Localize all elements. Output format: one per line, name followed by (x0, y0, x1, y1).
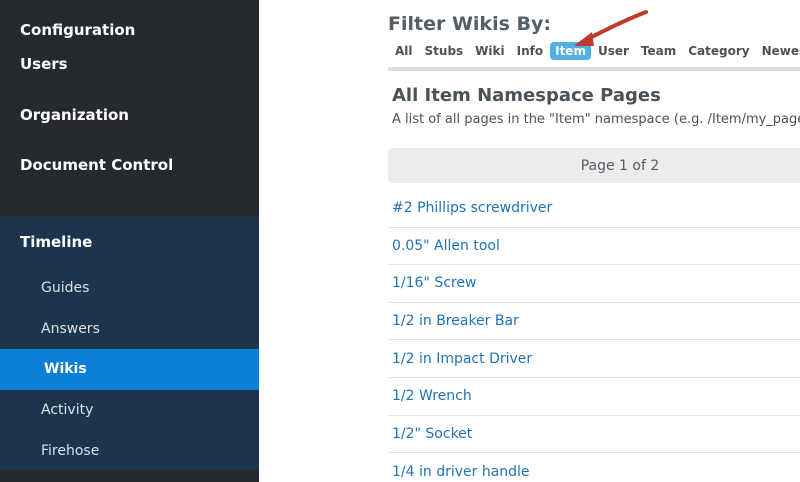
sidebar-subitem-label: Guides (41, 280, 90, 297)
sidebar-subitem-answers[interactable]: Answers (0, 309, 259, 350)
main-content: Filter Wikis By: All Stubs Wiki Info Ite… (259, 0, 800, 482)
sidebar-item-document-control[interactable]: Document Control (0, 140, 259, 191)
sidebar-item-label: Timeline (20, 233, 93, 251)
filter-tab-newest[interactable]: Newest (757, 42, 800, 60)
section-title: All Item Namespace Pages (392, 85, 661, 106)
filter-tab-category[interactable]: Category (683, 42, 754, 60)
sidebar-timeline-group: Timeline Guides Answers Wikis Activity F… (0, 216, 259, 470)
sidebar-item-label: Document Control (20, 156, 174, 175)
section-description: A list of all pages in the "Item" namesp… (392, 112, 800, 127)
sidebar-nav: Configuration Users Organization Documen… (0, 0, 259, 191)
sidebar-subitem-firehose[interactable]: Firehose (0, 430, 259, 471)
sidebar-subitem-label: Firehose (41, 442, 100, 459)
pagination-bar: Page 1 of 2 (388, 148, 800, 183)
sidebar-subitem-activity[interactable]: Activity (0, 390, 259, 431)
sidebar-item-configuration[interactable]: Configuration (0, 0, 259, 39)
filter-tab-item[interactable]: Item (550, 42, 591, 60)
sidebar-item-users[interactable]: Users (0, 39, 259, 90)
page-link[interactable]: 0.05" Allen tool (388, 228, 800, 266)
sidebar-item-label: Configuration (20, 21, 136, 39)
filter-divider (388, 67, 800, 71)
filter-tab-user[interactable]: User (593, 42, 634, 60)
page-link[interactable]: 1/4 in driver handle (388, 453, 800, 482)
filter-title: Filter Wikis By: (388, 13, 551, 35)
filter-tab-info[interactable]: Info (512, 42, 548, 60)
page-link[interactable]: 1/2 in Impact Driver (388, 340, 800, 378)
filter-tab-wiki[interactable]: Wiki (470, 42, 509, 60)
filter-tab-all[interactable]: All (390, 42, 418, 60)
sidebar-subitem-label: Activity (41, 402, 94, 419)
pagination-label: Page 1 of 2 (580, 157, 660, 174)
sidebar-subitem-guides[interactable]: Guides (0, 268, 259, 309)
page-list: #2 Phillips screwdriver 0.05" Allen tool… (388, 190, 800, 482)
filter-tabs: All Stubs Wiki Info Item User Team Categ… (390, 42, 800, 60)
sidebar-subitem-label: Wikis (44, 361, 87, 378)
sidebar-item-timeline[interactable]: Timeline (0, 216, 259, 268)
sidebar-subitem-wikis[interactable]: Wikis (0, 349, 259, 390)
filter-tab-team[interactable]: Team (636, 42, 681, 60)
sidebar: Configuration Users Organization Documen… (0, 0, 259, 482)
page-link[interactable]: #2 Phillips screwdriver (388, 190, 800, 228)
filter-tab-stubs[interactable]: Stubs (420, 42, 469, 60)
sidebar-item-label: Organization (20, 105, 129, 124)
page-link[interactable]: 1/16" Screw (388, 265, 800, 303)
sidebar-item-organization[interactable]: Organization (0, 90, 259, 141)
page-link[interactable]: 1/2 Wrench (388, 378, 800, 416)
sidebar-subitem-label: Answers (41, 320, 100, 337)
sidebar-footer-strip (0, 470, 259, 482)
page-link[interactable]: 1/2 in Breaker Bar (388, 303, 800, 341)
sidebar-item-label: Users (20, 55, 68, 74)
page-link[interactable]: 1/2" Socket (388, 416, 800, 454)
